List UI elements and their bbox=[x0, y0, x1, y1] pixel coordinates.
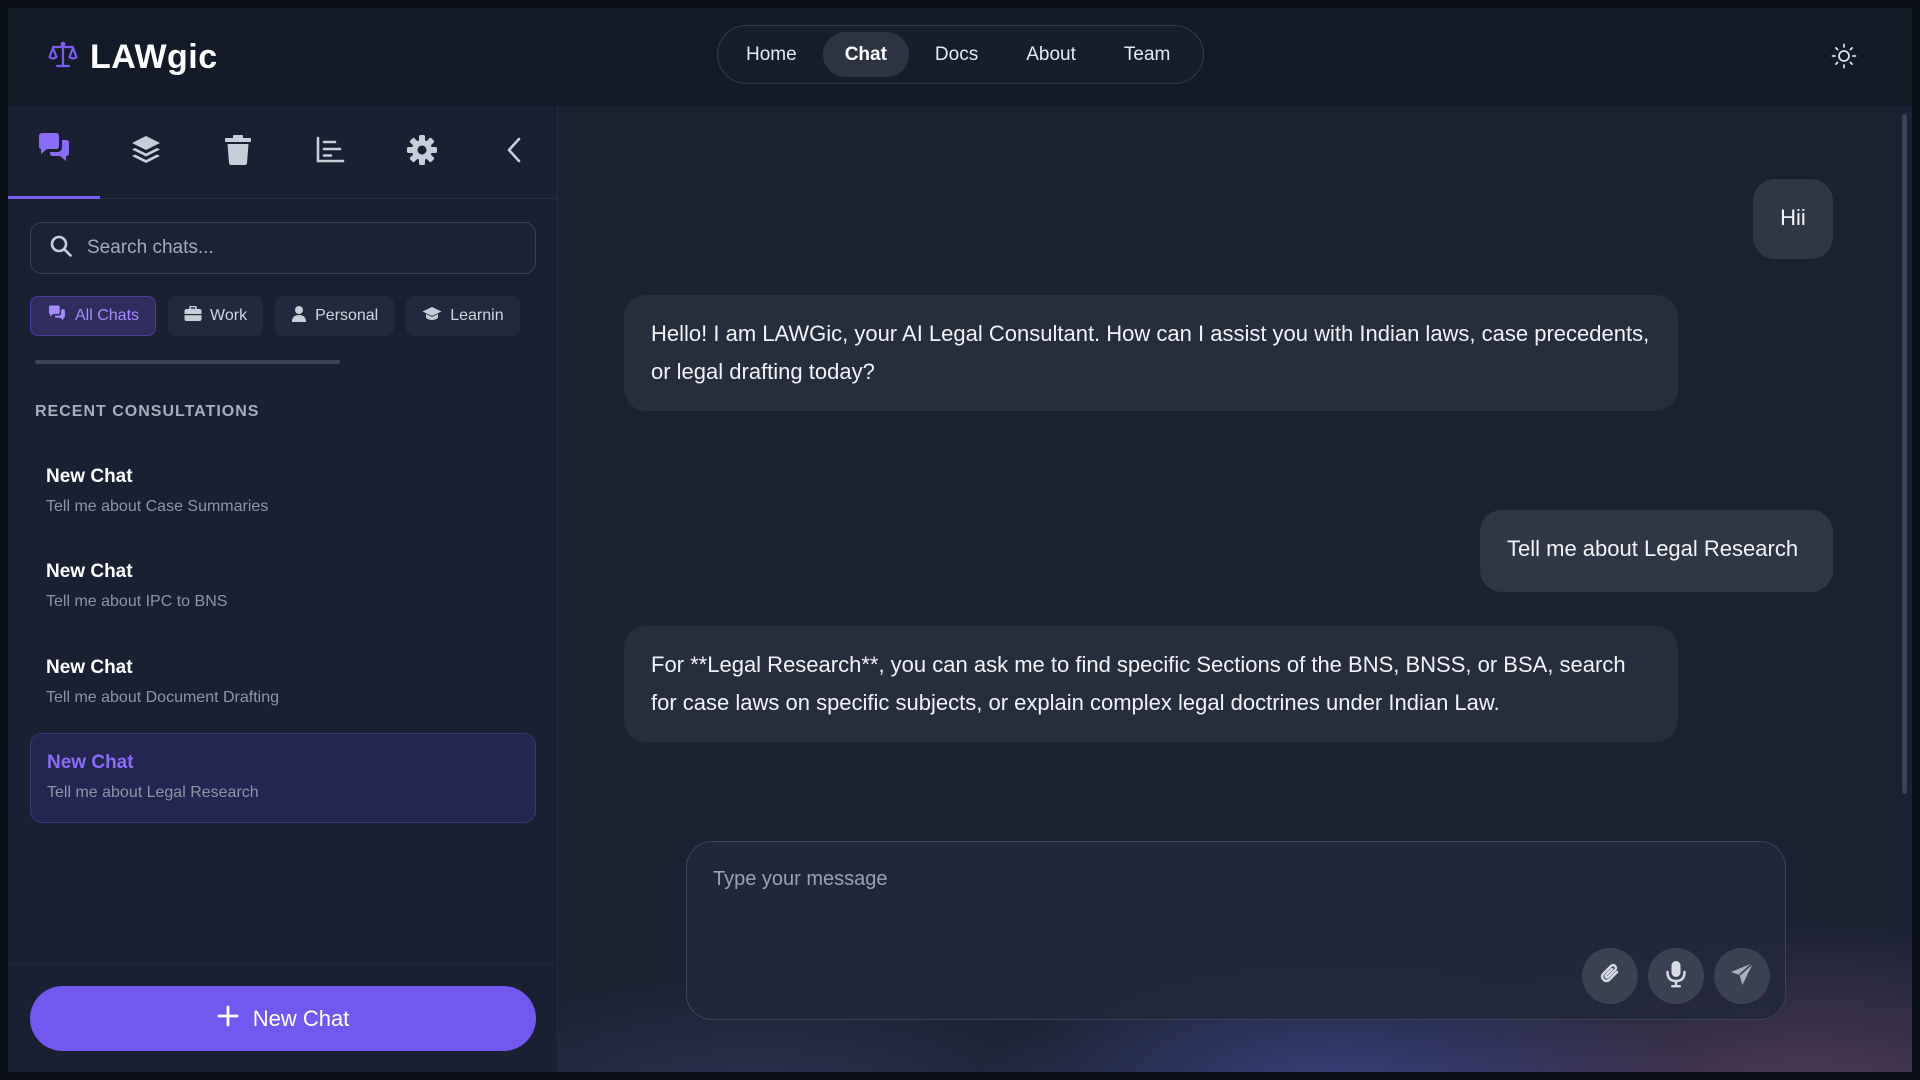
conversation-subtitle: Tell me about Legal Research bbox=[47, 784, 259, 801]
new-chat-button[interactable]: New Chat bbox=[30, 986, 536, 1051]
sidebar-footer: New Chat bbox=[8, 964, 558, 1072]
nav-chat[interactable]: Chat bbox=[822, 32, 909, 77]
attach-button[interactable] bbox=[1582, 948, 1638, 1004]
tab-analytics[interactable] bbox=[284, 106, 376, 199]
main-nav: Home Chat Docs About Team bbox=[717, 25, 1204, 84]
user-icon bbox=[291, 305, 307, 328]
assistant-message: For **Legal Research**, you can ask me t… bbox=[624, 626, 1678, 742]
new-chat-label: New Chat bbox=[252, 1005, 350, 1031]
app-window: LAWgic Home Chat Docs About Team Search … bbox=[8, 8, 1912, 1072]
scales-icon bbox=[48, 40, 78, 75]
sidebar-tabs bbox=[8, 106, 558, 199]
brand-name: LAWgic bbox=[90, 38, 218, 76]
trash-icon bbox=[224, 134, 252, 171]
nav-docs[interactable]: Docs bbox=[913, 32, 1000, 77]
top-header: LAWgic Home Chat Docs About Team bbox=[8, 8, 1912, 106]
send-button[interactable] bbox=[1714, 948, 1770, 1004]
assistant-message: Hello! I am LAWGic, your AI Legal Consul… bbox=[624, 295, 1678, 411]
conversation-subtitle: Tell me about IPC to BNS bbox=[46, 593, 228, 610]
paperclip-icon bbox=[1597, 961, 1623, 992]
tab-settings[interactable] bbox=[376, 106, 468, 199]
conversation-title: New Chat bbox=[47, 752, 134, 773]
conversation-item[interactable]: New Chat Tell me about Case Summaries bbox=[30, 448, 536, 538]
tab-trash[interactable] bbox=[192, 106, 284, 199]
chat-filters: All Chats Work Personal Learnin bbox=[30, 296, 536, 338]
message-input[interactable] bbox=[713, 868, 1753, 928]
tab-chats[interactable] bbox=[8, 106, 100, 199]
conversation-subtitle: Tell me about Case Summaries bbox=[46, 498, 269, 515]
search-icon bbox=[49, 234, 73, 263]
microphone-button[interactable] bbox=[1648, 948, 1704, 1004]
theme-toggle-button[interactable] bbox=[1830, 42, 1858, 70]
send-icon bbox=[1729, 961, 1755, 992]
user-message: Tell me about Legal Research bbox=[1480, 510, 1833, 592]
nav-about[interactable]: About bbox=[1004, 32, 1098, 77]
tab-layers[interactable] bbox=[100, 106, 192, 199]
collapse-sidebar-button[interactable] bbox=[468, 106, 560, 199]
filter-personal[interactable]: Personal bbox=[275, 296, 395, 336]
filter-work[interactable]: Work bbox=[168, 296, 264, 336]
layers-icon bbox=[130, 134, 162, 171]
filter-label: Work bbox=[210, 307, 248, 324]
nav-team[interactable]: Team bbox=[1102, 32, 1192, 77]
user-message: Hii bbox=[1753, 179, 1833, 259]
conversation-item[interactable]: New Chat Tell me about Document Drafting bbox=[30, 639, 536, 729]
briefcase-icon bbox=[184, 305, 202, 327]
filter-label: Learnin bbox=[450, 307, 504, 324]
conversation-item[interactable]: New Chat Tell me about IPC to BNS bbox=[30, 543, 536, 633]
search-box bbox=[30, 222, 536, 274]
nav-home[interactable]: Home bbox=[724, 32, 819, 77]
chats-icon bbox=[47, 305, 67, 328]
chat-panel: Hii Hello! I am LAWGic, your AI Legal Co… bbox=[558, 106, 1912, 1072]
conversation-title: New Chat bbox=[46, 466, 133, 487]
filter-learning[interactable]: Learnin bbox=[406, 296, 520, 336]
sidebar: All Chats Work bbox=[8, 106, 558, 1072]
chat-scrollbar[interactable] bbox=[1902, 114, 1907, 794]
filter-all-chats[interactable]: All Chats bbox=[30, 296, 157, 336]
conversation-title: New Chat bbox=[46, 657, 133, 678]
conversation-subtitle: Tell me about Document Drafting bbox=[46, 689, 279, 706]
chats-icon bbox=[36, 132, 72, 171]
section-title: RECENT CONSULTATIONS bbox=[35, 403, 260, 420]
filter-label: All Chats bbox=[75, 307, 140, 324]
gear-icon bbox=[406, 134, 438, 171]
graduation-cap-icon bbox=[422, 306, 442, 327]
chevron-left-icon bbox=[504, 135, 524, 170]
message-composer bbox=[686, 841, 1786, 1020]
chart-icon bbox=[315, 136, 345, 169]
microphone-icon bbox=[1665, 960, 1687, 993]
conversation-item-active[interactable]: New Chat Tell me about Legal Research bbox=[30, 733, 536, 823]
sun-icon bbox=[1830, 43, 1858, 74]
search-input[interactable] bbox=[87, 237, 507, 259]
brand[interactable]: LAWgic bbox=[48, 38, 218, 77]
filter-label: Personal bbox=[315, 307, 379, 324]
conversation-title: New Chat bbox=[46, 561, 133, 582]
filters-scroll-indicator[interactable] bbox=[35, 360, 340, 364]
plus-icon bbox=[217, 1005, 239, 1033]
